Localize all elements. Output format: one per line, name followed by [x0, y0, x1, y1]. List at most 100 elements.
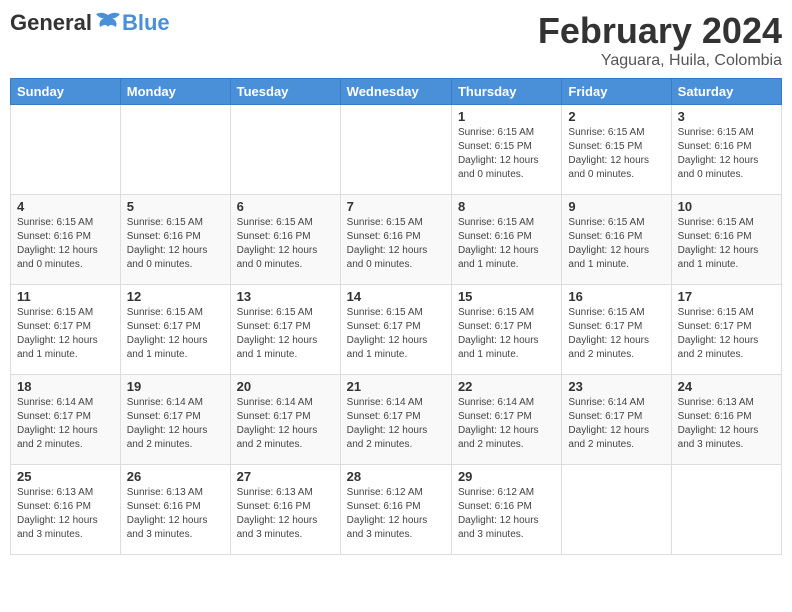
day-number: 15 [458, 289, 555, 304]
day-info: Sunrise: 6:15 AM Sunset: 6:17 PM Dayligh… [458, 306, 555, 362]
day-number: 28 [347, 469, 445, 484]
weekday-header-wednesday: Wednesday [340, 79, 451, 105]
day-number: 12 [127, 289, 224, 304]
day-number: 7 [347, 199, 445, 214]
day-info: Sunrise: 6:15 AM Sunset: 6:15 PM Dayligh… [458, 126, 555, 182]
day-info: Sunrise: 6:14 AM Sunset: 6:17 PM Dayligh… [17, 396, 114, 452]
calendar-cell [340, 105, 451, 195]
calendar-cell: 13 Sunrise: 6:15 AM Sunset: 6:17 PM Dayli… [230, 285, 340, 375]
calendar-cell: 19 Sunrise: 6:14 AM Sunset: 6:17 PM Dayli… [120, 375, 230, 465]
day-number: 6 [237, 199, 334, 214]
day-number: 4 [17, 199, 114, 214]
calendar-cell: 23 Sunrise: 6:14 AM Sunset: 6:17 PM Dayli… [562, 375, 671, 465]
day-number: 22 [458, 379, 555, 394]
day-info: Sunrise: 6:15 AM Sunset: 6:17 PM Dayligh… [237, 306, 334, 362]
day-number: 23 [568, 379, 664, 394]
day-number: 13 [237, 289, 334, 304]
day-number: 18 [17, 379, 114, 394]
logo: General Blue [10, 10, 170, 36]
day-number: 25 [17, 469, 114, 484]
day-number: 26 [127, 469, 224, 484]
day-info: Sunrise: 6:14 AM Sunset: 6:17 PM Dayligh… [237, 396, 334, 452]
day-info: Sunrise: 6:14 AM Sunset: 6:17 PM Dayligh… [568, 396, 664, 452]
day-number: 16 [568, 289, 664, 304]
calendar-cell: 8 Sunrise: 6:15 AM Sunset: 6:16 PM Daylig… [451, 195, 561, 285]
calendar-cell: 22 Sunrise: 6:14 AM Sunset: 6:17 PM Dayli… [451, 375, 561, 465]
calendar-cell: 2 Sunrise: 6:15 AM Sunset: 6:15 PM Daylig… [562, 105, 671, 195]
day-info: Sunrise: 6:15 AM Sunset: 6:16 PM Dayligh… [678, 216, 775, 272]
day-number: 27 [237, 469, 334, 484]
calendar-cell: 7 Sunrise: 6:15 AM Sunset: 6:16 PM Daylig… [340, 195, 451, 285]
calendar-cell: 6Sunrise: 6:15 AM Sunset: 6:16 PM Daylig… [230, 195, 340, 285]
calendar-cell [230, 105, 340, 195]
day-info: Sunrise: 6:15 AM Sunset: 6:16 PM Dayligh… [678, 126, 775, 182]
calendar-cell: 12Sunrise: 6:15 AM Sunset: 6:17 PM Dayli… [120, 285, 230, 375]
day-info: Sunrise: 6:15 AM Sunset: 6:17 PM Dayligh… [678, 306, 775, 362]
calendar-cell [11, 105, 121, 195]
day-number: 2 [568, 109, 664, 124]
weekday-header-thursday: Thursday [451, 79, 561, 105]
day-info: Sunrise: 6:15 AM Sunset: 6:16 PM Dayligh… [568, 216, 664, 272]
calendar-cell: 1 Sunrise: 6:15 AM Sunset: 6:15 PM Daylig… [451, 105, 561, 195]
day-info: Sunrise: 6:15 AM Sunset: 6:17 PM Dayligh… [347, 306, 445, 362]
day-info: Sunrise: 6:12 AM Sunset: 6:16 PM Dayligh… [347, 486, 445, 542]
calendar-cell: 20 Sunrise: 6:14 AM Sunset: 6:17 PM Dayli… [230, 375, 340, 465]
day-number: 5 [127, 199, 224, 214]
day-number: 8 [458, 199, 555, 214]
day-info: Sunrise: 6:15 AM Sunset: 6:16 PM Dayligh… [458, 216, 555, 272]
week-row-3: 11 Sunrise: 6:15 AM Sunset: 6:17 PM Dayli… [11, 285, 782, 375]
week-row-1: 1 Sunrise: 6:15 AM Sunset: 6:15 PM Daylig… [11, 105, 782, 195]
day-number: 29 [458, 469, 555, 484]
calendar-cell: 16 Sunrise: 6:15 AM Sunset: 6:17 PM Dayli… [562, 285, 671, 375]
calendar-cell: 18 Sunrise: 6:14 AM Sunset: 6:17 PM Dayli… [11, 375, 121, 465]
main-title: February 2024 [538, 10, 782, 52]
day-number: 19 [127, 379, 224, 394]
day-info: Sunrise: 6:15 AM Sunset: 6:15 PM Dayligh… [568, 126, 664, 182]
week-row-2: 4 Sunrise: 6:15 AM Sunset: 6:16 PM Daylig… [11, 195, 782, 285]
calendar-cell: 24Sunrise: 6:13 AM Sunset: 6:16 PM Dayli… [671, 375, 781, 465]
day-info: Sunrise: 6:15 AM Sunset: 6:17 PM Dayligh… [17, 306, 114, 362]
day-number: 1 [458, 109, 555, 124]
calendar-cell: 17 Sunrise: 6:15 AM Sunset: 6:17 PM Dayli… [671, 285, 781, 375]
calendar: SundayMondayTuesdayWednesdayThursdayFrid… [10, 78, 782, 555]
day-number: 20 [237, 379, 334, 394]
weekday-header-saturday: Saturday [671, 79, 781, 105]
day-number: 11 [17, 289, 114, 304]
week-row-5: 25 Sunrise: 6:13 AM Sunset: 6:16 PM Dayli… [11, 465, 782, 555]
day-info: Sunrise: 6:13 AM Sunset: 6:16 PM Dayligh… [17, 486, 114, 542]
calendar-cell [562, 465, 671, 555]
calendar-cell: 28 Sunrise: 6:12 AM Sunset: 6:16 PM Dayli… [340, 465, 451, 555]
calendar-cell: 26Sunrise: 6:13 AM Sunset: 6:16 PM Dayli… [120, 465, 230, 555]
day-number: 21 [347, 379, 445, 394]
day-number: 17 [678, 289, 775, 304]
day-info: Sunrise: 6:15 AM Sunset: 6:16 PM Dayligh… [17, 216, 114, 272]
day-info: Sunrise: 6:13 AM Sunset: 6:16 PM Dayligh… [237, 486, 334, 542]
day-info: Sunrise: 6:14 AM Sunset: 6:17 PM Dayligh… [347, 396, 445, 452]
weekday-header-tuesday: Tuesday [230, 79, 340, 105]
title-area: February 2024 Yaguara, Huila, Colombia [538, 10, 782, 70]
day-info: Sunrise: 6:15 AM Sunset: 6:17 PM Dayligh… [568, 306, 664, 362]
calendar-cell: 21 Sunrise: 6:14 AM Sunset: 6:17 PM Dayli… [340, 375, 451, 465]
header: General Blue February 2024 Yaguara, Huil… [10, 10, 782, 70]
calendar-cell: 9Sunrise: 6:15 AM Sunset: 6:16 PM Daylig… [562, 195, 671, 285]
calendar-cell: 10Sunrise: 6:15 AM Sunset: 6:16 PM Dayli… [671, 195, 781, 285]
subtitle: Yaguara, Huila, Colombia [538, 52, 782, 70]
weekday-header-monday: Monday [120, 79, 230, 105]
calendar-cell: 29Sunrise: 6:12 AM Sunset: 6:16 PM Dayli… [451, 465, 561, 555]
day-number: 24 [678, 379, 775, 394]
weekday-header-friday: Friday [562, 79, 671, 105]
calendar-cell: 11 Sunrise: 6:15 AM Sunset: 6:17 PM Dayli… [11, 285, 121, 375]
calendar-cell: 14 Sunrise: 6:15 AM Sunset: 6:17 PM Dayli… [340, 285, 451, 375]
weekday-header-sunday: Sunday [11, 79, 121, 105]
calendar-cell [671, 465, 781, 555]
day-number: 14 [347, 289, 445, 304]
day-info: Sunrise: 6:15 AM Sunset: 6:16 PM Dayligh… [127, 216, 224, 272]
calendar-cell: 3Sunrise: 6:15 AM Sunset: 6:16 PM Daylig… [671, 105, 781, 195]
day-info: Sunrise: 6:14 AM Sunset: 6:17 PM Dayligh… [458, 396, 555, 452]
day-info: Sunrise: 6:14 AM Sunset: 6:17 PM Dayligh… [127, 396, 224, 452]
calendar-cell: 5 Sunrise: 6:15 AM Sunset: 6:16 PM Daylig… [120, 195, 230, 285]
day-info: Sunrise: 6:15 AM Sunset: 6:16 PM Dayligh… [347, 216, 445, 272]
calendar-cell [120, 105, 230, 195]
logo-general-text: General [10, 10, 92, 36]
logo-bird-icon [94, 11, 122, 35]
